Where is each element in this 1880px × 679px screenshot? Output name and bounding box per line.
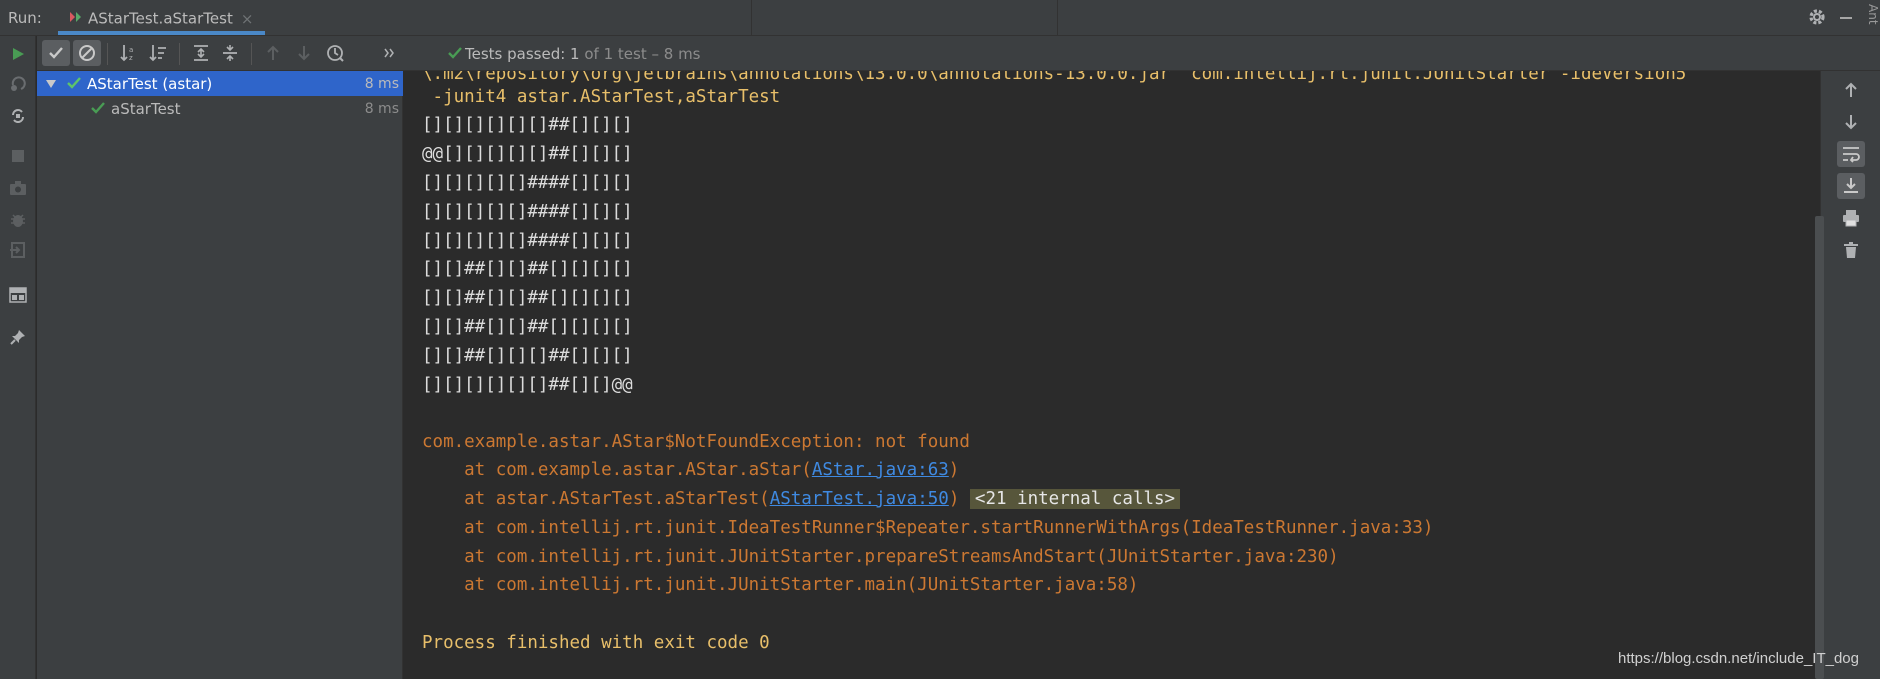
rerun-failed-icon[interactable] <box>6 72 30 96</box>
console-line: [][][][][]####[][][] <box>422 202 633 222</box>
pin-icon[interactable] <box>6 325 30 349</box>
test-tree: AStarTest (astar) 8 ms aStarTest 8 ms <box>37 71 403 679</box>
stack-trace-line: at com.intellij.rt.junit.JUnitStarter.pr… <box>422 547 1339 567</box>
side-panel-label[interactable]: 笔 Ant <box>1866 4 1880 35</box>
stop-icon[interactable] <box>6 144 30 168</box>
status-detail: of 1 test – 8 ms <box>584 45 701 63</box>
tree-item-time: 8 ms <box>364 75 399 92</box>
source-link[interactable]: AStar.java:63 <box>812 460 949 480</box>
junit-run-config-icon <box>68 10 82 28</box>
expand-all-icon[interactable] <box>187 40 215 66</box>
watermark: https://blog.csdn.net/include_IT_dog <box>1618 650 1859 667</box>
expand-arrow-icon[interactable] <box>45 75 57 93</box>
source-link[interactable]: AStarTest.java:50 <box>770 489 949 509</box>
sort-alpha-icon[interactable]: az <box>115 40 143 66</box>
svg-text:z: z <box>129 54 133 62</box>
next-failed-icon[interactable] <box>290 40 318 66</box>
run-tool-window-header: Run: AStarTest.aStarTest × 笔 Ant <box>0 0 1880 36</box>
tree-item-label: AStarTest (astar) <box>87 74 213 93</box>
left-toolbar <box>0 36 36 679</box>
console-output[interactable]: \.m2\repository\org\jetbrains\annotation… <box>404 71 1820 679</box>
console-line: [][]##[][][]##[][][] <box>422 346 633 366</box>
test-history-icon[interactable] <box>321 40 349 66</box>
divider <box>251 43 252 65</box>
stack-trace-line: at com.intellij.rt.junit.IdeaTestRunner$… <box>422 518 1434 538</box>
print-icon[interactable] <box>1837 205 1865 231</box>
test-runner-toolbar: az Tests passed: 1 of 1 test – 8 ms <box>37 36 1880 71</box>
tree-item-astartest[interactable]: AStarTest (astar) 8 ms <box>37 71 403 96</box>
hide-icon[interactable] <box>1840 17 1852 19</box>
trace-text: at com.example.astar.AStar.aStar( <box>422 460 812 480</box>
console-line: [][]##[][]##[][][][] <box>422 317 633 337</box>
svg-text:a: a <box>129 46 133 54</box>
rerun-icon[interactable] <box>6 42 30 66</box>
divider <box>1057 0 1058 36</box>
gear-icon[interactable] <box>1807 7 1827 31</box>
close-tab-icon[interactable]: × <box>241 10 254 28</box>
trace-text: ) <box>948 489 960 509</box>
console-toolbar <box>1815 71 1880 679</box>
previous-failed-icon[interactable] <box>259 40 287 66</box>
stack-trace-line: at astar.AStarTest.aStarTest(AStarTest.j… <box>422 486 1181 512</box>
trace-text: ) <box>948 460 960 480</box>
scroll-down-icon[interactable] <box>1837 109 1865 135</box>
process-finished-line: Process finished with exit code 0 <box>422 633 770 653</box>
run-label: Run: <box>8 9 42 27</box>
trash-icon[interactable] <box>1837 237 1865 263</box>
exception-line: com.example.astar.AStar$NotFoundExceptio… <box>422 432 970 452</box>
console-line: [][][][][]####[][][] <box>422 173 633 193</box>
exit-icon[interactable] <box>6 238 30 262</box>
toggle-auto-test-icon[interactable] <box>6 104 30 128</box>
tree-item-astartest-method[interactable]: aStarTest 8 ms <box>37 96 403 121</box>
soft-wrap-icon[interactable] <box>1837 141 1865 167</box>
scroll-to-end-icon[interactable] <box>1837 173 1865 199</box>
console-line: [][][][][]####[][][] <box>422 231 633 251</box>
collapse-all-icon[interactable] <box>216 40 244 66</box>
more-icon[interactable] <box>375 40 403 66</box>
test-status: Tests passed: 1 of 1 test – 8 ms <box>448 45 701 63</box>
show-passed-icon[interactable] <box>42 40 70 66</box>
active-tab-indicator <box>58 31 265 35</box>
tree-item-label: aStarTest <box>111 99 181 118</box>
internal-calls-fold[interactable]: <21 internal calls> <box>969 489 1181 509</box>
divider <box>107 43 108 65</box>
debug-icon[interactable] <box>6 208 30 232</box>
passed-check-icon <box>91 100 105 118</box>
console-line: [][]##[][]##[][][][] <box>422 288 633 308</box>
sort-duration-icon[interactable] <box>144 40 172 66</box>
scroll-up-icon[interactable] <box>1837 77 1865 103</box>
trace-text: at astar.AStarTest.aStarTest( <box>422 489 770 509</box>
console-line: @@[][][][][]##[][][] <box>422 144 633 164</box>
status-text: Tests passed: 1 <box>465 45 580 63</box>
stack-trace-line: at com.intellij.rt.junit.JUnitStarter.ma… <box>422 575 1139 595</box>
console-line: [][][][][][]##[][][] <box>422 115 633 135</box>
divider <box>179 43 180 65</box>
layout-icon[interactable] <box>6 283 30 307</box>
stack-trace-line: at com.example.astar.AStar.aStar(AStar.j… <box>422 457 959 483</box>
tab-title: AStarTest.aStarTest <box>88 9 233 28</box>
divider <box>751 0 752 36</box>
passed-check-icon <box>448 47 462 59</box>
console-line: [][][][][][]##[][]@@ <box>422 375 633 395</box>
tree-item-time: 8 ms <box>364 100 399 117</box>
scrollbar[interactable] <box>1815 216 1824 679</box>
screenshot-icon[interactable] <box>6 176 30 200</box>
console-line: -junit4 astar.AStarTest,aStarTest <box>422 87 781 107</box>
show-ignored-icon[interactable] <box>73 40 101 66</box>
console-line: [][]##[][]##[][][][] <box>422 259 633 279</box>
passed-check-icon <box>67 75 81 93</box>
